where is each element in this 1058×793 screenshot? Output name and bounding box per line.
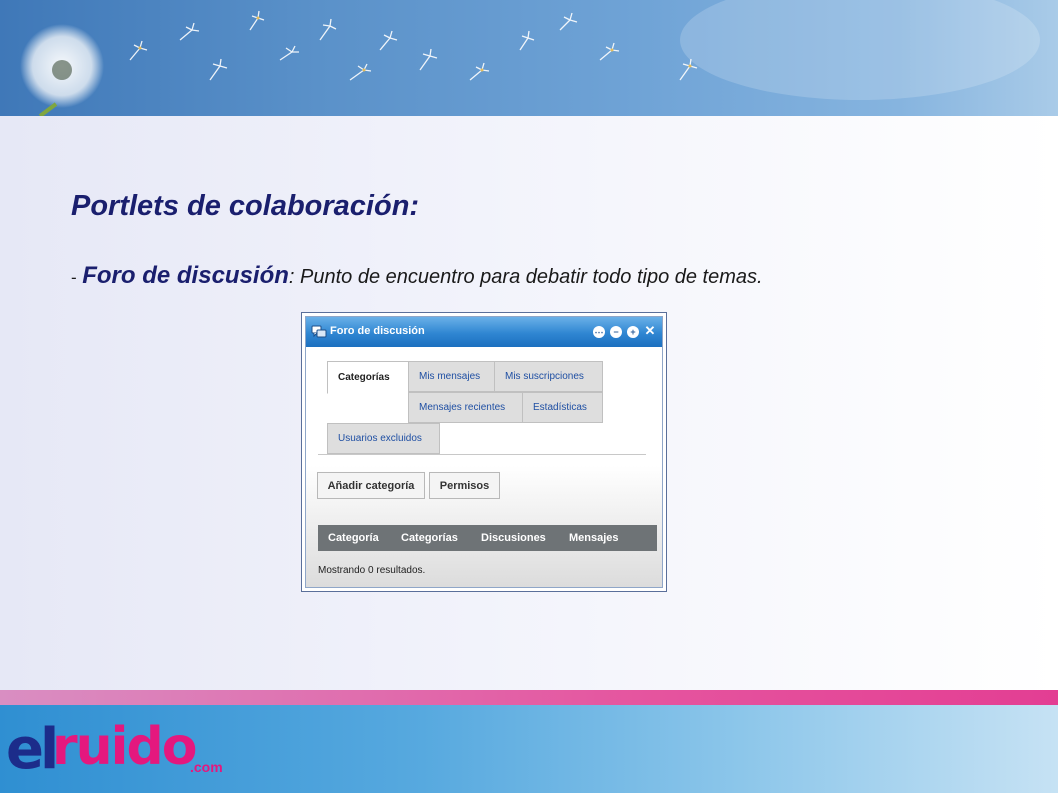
header-banner: [0, 0, 1058, 116]
column-header-categoria[interactable]: Categoría: [328, 532, 379, 544]
forum-portlet: Foro de discusión ⋯ − + ✕ Categorías Mis…: [305, 316, 663, 588]
footer-pink-band: [0, 690, 1058, 705]
slide-title: Portlets de colaboración:: [71, 190, 420, 222]
dandelion-banner-art: [20, 0, 1040, 116]
minimize-icon[interactable]: −: [610, 326, 622, 338]
tab-usuarios-excluidos[interactable]: Usuarios excluidos: [327, 423, 440, 454]
table-header: Categoría Categorías Discusiones Mensaje…: [318, 525, 657, 551]
column-header-discusiones[interactable]: Discusiones: [481, 532, 546, 544]
logo-ruido-text: ruido: [52, 717, 197, 777]
tab-mis-mensajes[interactable]: Mis mensajes: [408, 361, 495, 392]
elruido-logo: el ruido .com: [6, 705, 246, 793]
tab-mensajes-recientes[interactable]: Mensajes recientes: [408, 392, 523, 423]
results-count: Mostrando 0 resultados.: [318, 565, 426, 576]
bullet-description: : Punto de encuentro para debatir todo t…: [288, 266, 763, 288]
footer-band: el ruido .com: [0, 705, 1058, 793]
tab-estadisticas[interactable]: Estadísticas: [522, 392, 603, 423]
portlet-screenshot: Foro de discusión ⋯ − + ✕ Categorías Mis…: [301, 312, 667, 592]
column-header-mensajes[interactable]: Mensajes: [569, 532, 619, 544]
maximize-icon[interactable]: +: [627, 326, 639, 338]
logo-el-text: el: [6, 717, 59, 782]
permissions-button[interactable]: Permisos: [429, 472, 500, 499]
bullet-dash: -: [71, 268, 77, 287]
add-category-button[interactable]: Añadir categoría: [317, 472, 425, 499]
column-header-categorias[interactable]: Categorías: [401, 532, 458, 544]
options-icon[interactable]: ⋯: [593, 326, 605, 338]
portlet-titlebar: Foro de discusión ⋯ − + ✕: [306, 317, 662, 347]
bullet-term: Foro de discusión: [82, 262, 289, 289]
tab-mis-suscripciones[interactable]: Mis suscripciones: [494, 361, 603, 392]
bullet-line: - Foro de discusión: Punto de encuentro …: [71, 262, 763, 290]
forum-icon: [311, 324, 327, 340]
tab-divider: [318, 454, 646, 455]
portlet-title: Foro de discusión: [330, 325, 425, 337]
close-icon[interactable]: ✕: [644, 324, 656, 337]
tab-categorias[interactable]: Categorías: [327, 361, 409, 394]
logo-com-text: .com: [190, 759, 223, 775]
